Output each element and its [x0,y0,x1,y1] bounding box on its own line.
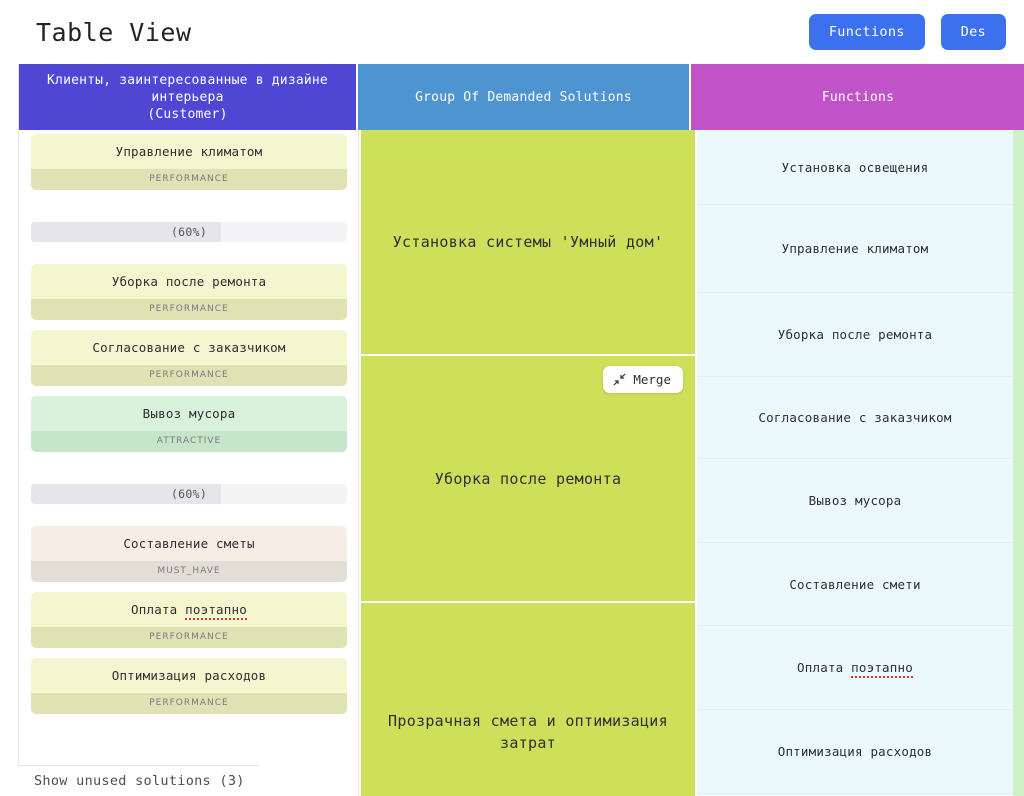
function-cell[interactable]: Составление смети [697,543,1013,626]
function-cell[interactable]: Согласование с заказчиком [697,377,1013,459]
table-header-row: Клиенты, заинтересованные в дизайне инте… [19,64,1024,130]
column-header-functions[interactable]: Functions [691,64,1024,130]
top-bar: Table View Functions Des [0,0,1024,64]
card-title: Управление климатом [31,134,347,169]
customer-requirement-card[interactable]: Управление климатом PERFORMANCE [31,134,347,190]
customer-requirement-card[interactable]: Оптимизация расходов PERFORMANCE [31,658,347,714]
column-solution-groups: Установка системы 'Умный дом' Уборка посл… [361,64,695,796]
function-label: Оплата поэтапно [797,660,913,678]
solution-group-list: Установка системы 'Умный дом' Уборка посл… [361,130,695,796]
function-list: Установка освещения Управление климатом Уб… [697,130,1013,794]
function-cell[interactable]: Вывоз мусора [697,459,1013,543]
function-label: Вывоз мусора [808,493,902,508]
merge-button[interactable]: Merge [603,366,683,393]
table-view-page: Table View Functions Des (60%) Установка … [0,0,1024,796]
misspelled-word: поэтапно [185,602,247,620]
function-cell[interactable]: Оплата поэтапно [697,626,1013,710]
solution-group-cell[interactable]: Прозрачная смета и оптимизация затрат [361,603,695,796]
column-header-customer-label: Клиенты, заинтересованные в дизайне инте… [47,72,328,122]
show-unused-solutions-button[interactable]: Show unused solutions (3) [18,765,259,796]
card-title: Оптимизация расходов [31,658,347,693]
progress-label: (60%) [170,487,208,501]
column-header-groups[interactable]: Group Of Demanded Solutions [357,64,689,130]
customer-requirement-card[interactable]: Согласование с заказчиком PERFORMANCE [31,330,347,386]
kano-category-tag: PERFORMANCE [31,693,347,714]
solution-group-label: Уборка после ремонта [434,469,622,488]
solution-group-label: Установка системы 'Умный дом' [392,233,664,251]
right-edge-strip [1013,64,1024,796]
function-label: Оптимизация расходов [777,744,933,759]
top-bar-actions: Functions Des [808,14,1006,50]
function-label: Составление смети [789,576,921,592]
column-functions: Установка освещения Управление климатом Уб… [697,64,1024,796]
column-customer: (60%)Установка освещенияATTRACTIVEУправл… [19,64,359,796]
misspelled-word: поэтапно [851,660,913,678]
function-cell[interactable]: Оптимизация расходов [697,710,1013,794]
satisfaction-progress-bar: (60%) [31,484,347,504]
card-title: Составление сметы [31,526,347,561]
kano-category-tag: PERFORMANCE [31,299,347,320]
card-title: Уборка после ремонта [31,264,347,299]
card-title: Оплата поэтапно [31,592,347,627]
kano-category-tag: PERFORMANCE [31,365,347,386]
solution-group-cell[interactable]: Уборка после ремонта Merge [361,356,695,603]
customer-groups-list: (60%)Установка освещенияATTRACTIVEУправл… [19,64,359,736]
solution-group-label: Прозрачная смета и оптимизация затрат [388,711,668,752]
solution-group-cell[interactable]: Установка системы 'Умный дом' [361,130,695,356]
customer-requirement-card[interactable]: Оплата поэтапно PERFORMANCE [31,592,347,648]
kano-category-tag: PERFORMANCE [31,627,347,648]
function-cell[interactable]: Уборка после ремонта [697,293,1013,377]
kano-category-tag: PERFORMANCE [31,169,347,190]
page-title: Table View [36,17,192,47]
kano-category-tag: ATTRACTIVE [31,431,347,452]
column-header-customer[interactable]: Клиенты, заинтересованные в дизайне инте… [19,64,356,130]
merge-button-label: Merge [633,372,671,387]
function-label: Управление климатом [781,241,929,256]
functions-button[interactable]: Functions [808,14,925,50]
customer-requirement-card[interactable]: Вывоз мусора ATTRACTIVE [31,396,347,452]
progress-label: (60%) [170,225,208,239]
kano-category-tag: MUST_HAVE [31,561,347,582]
function-cell[interactable]: Установка освещения [697,130,1013,205]
design-button[interactable]: Des [940,14,1006,50]
table: (60%) Установка освещения ATTRACTIVE Управл… [18,64,1024,796]
function-label: Согласование с заказчиком [758,410,952,425]
merge-arrows-icon [614,373,626,386]
card-title: Согласование с заказчиком [31,330,347,365]
satisfaction-progress-bar: (60%) [31,222,347,242]
function-label: Уборка после ремонта [777,327,933,342]
customer-requirement-card[interactable]: Уборка после ремонта PERFORMANCE [31,264,347,320]
function-label: Установка освещения [781,159,929,175]
card-title: Вывоз мусора [31,396,347,431]
customer-requirement-card[interactable]: Составление сметы MUST_HAVE [31,526,347,582]
table-body: (60%) Установка освещения ATTRACTIVE Управл… [19,64,1024,796]
function-cell[interactable]: Управление климатом [697,205,1013,293]
